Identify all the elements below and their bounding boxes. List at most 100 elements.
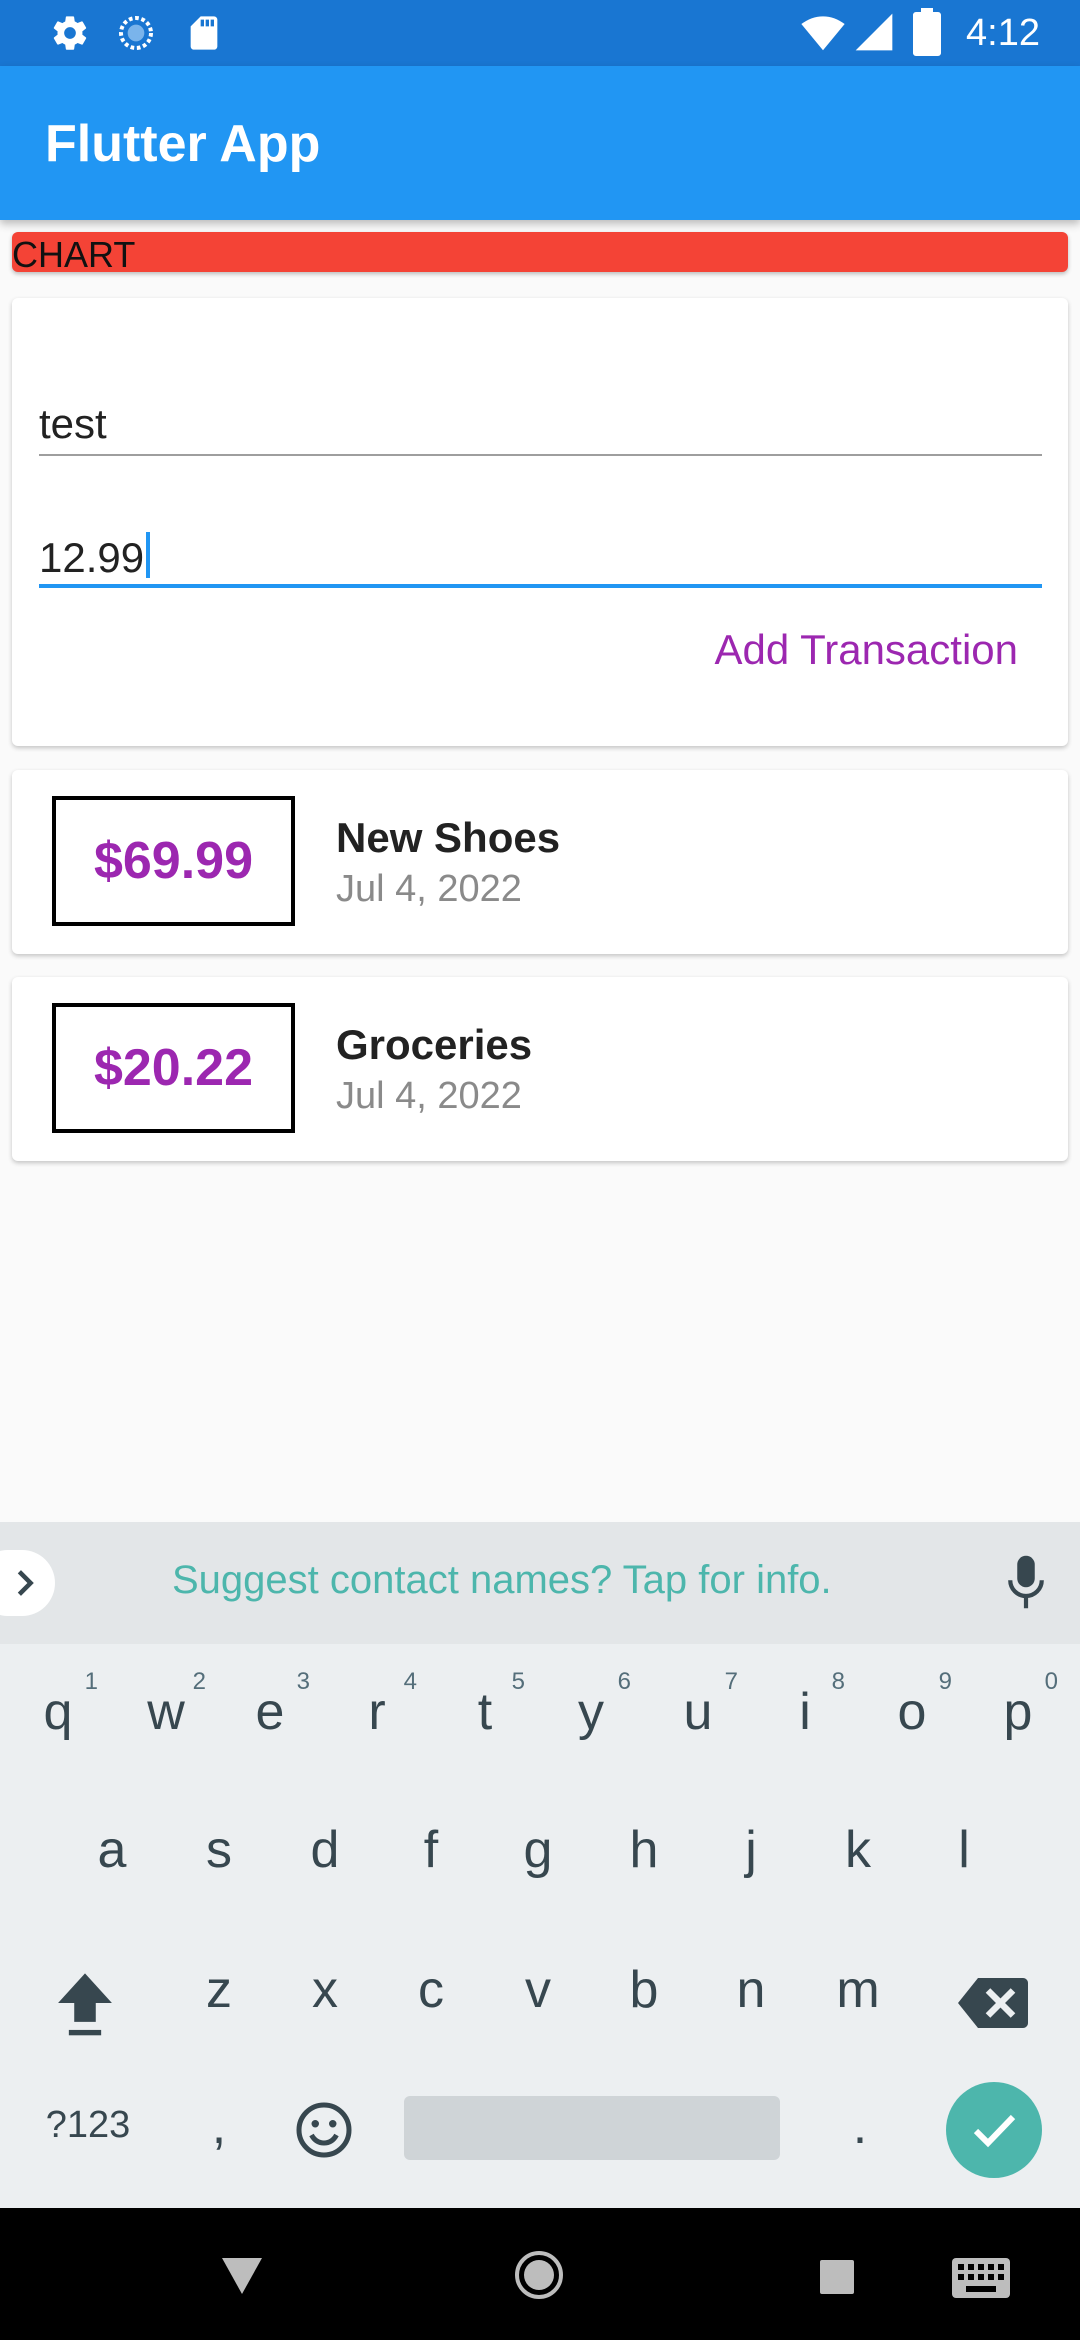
transaction-title: Groceries [336,1021,533,1068]
amount-input-underline [39,584,1042,588]
title-input-underline [39,454,1042,456]
amount-input-text: 12.99 [39,534,145,581]
suggestion-strip: Suggest contact names? Tap for info. [0,1522,1080,1644]
key-r[interactable]: r4 [329,1668,425,1742]
symbols-key[interactable]: ?123 [28,2104,148,2147]
key-e[interactable]: e3 [222,1668,318,1742]
key-char: t [477,1683,493,1741]
key-hint: 0 [1044,1668,1058,1695]
shift-arrow-icon [58,1973,112,2036]
microphone-icon[interactable] [1005,1554,1047,1610]
key-char: i [799,1683,811,1741]
key-t[interactable]: t5 [437,1668,533,1742]
system-navigation-bar [0,2208,1080,2340]
transaction-title: New Shoes [336,814,561,861]
sync-circle-icon [119,16,153,50]
transaction-date: Jul 4, 2022 [336,868,522,910]
key-char: w [147,1683,185,1741]
transaction-date: Jul 4, 2022 [336,1075,522,1117]
text-cursor [146,532,151,578]
soft-keyboard: Suggest contact names? Tap for info. q1 … [0,1522,1080,2208]
key-char: p [1003,1683,1033,1741]
key-char: r [368,1683,386,1741]
transaction-amount: $20.22 [93,1039,254,1097]
key-n[interactable]: n [703,1960,799,2020]
amount-input-value: 12.99 [39,532,151,582]
key-char: o [897,1683,927,1741]
key-z[interactable]: z [171,1960,267,2020]
key-p[interactable]: p0 [970,1668,1066,1742]
key-m[interactable]: m [810,1960,906,2020]
key-x[interactable]: x [277,1960,373,2020]
home-circle-icon[interactable] [512,2248,566,2302]
key-hint: 3 [296,1668,310,1695]
key-j[interactable]: j [703,1820,799,1880]
backspace-key[interactable] [958,1978,1028,2033]
add-transaction-button[interactable]: Add Transaction [714,626,1018,674]
key-d[interactable]: d [277,1820,373,1880]
key-c[interactable]: c [383,1960,479,2020]
key-hint: 4 [403,1668,417,1695]
key-i[interactable]: i8 [757,1668,853,1742]
key-l[interactable]: l [916,1820,1012,1880]
key-y[interactable]: y6 [543,1668,639,1742]
key-char: y [578,1683,604,1741]
period-key[interactable]: . [812,2096,908,2156]
done-button[interactable] [946,2082,1042,2178]
key-char: e [255,1683,285,1741]
wifi-icon [801,16,845,51]
chart-placeholder: CHART [12,232,1068,275]
transaction-amount: $69.99 [93,832,254,890]
app-title: Flutter App [45,115,321,173]
battery-icon [913,8,941,56]
key-hint: 9 [938,1668,952,1695]
transaction-amount-box: $69.99 [52,796,295,926]
title-input[interactable]: test [39,356,1042,456]
key-h[interactable]: h [596,1820,692,1880]
amount-input[interactable]: 12.99 [39,488,1042,588]
keyboard-switch-icon[interactable] [952,2258,1010,2298]
key-a[interactable]: a [64,1820,160,1880]
key-char: q [43,1683,73,1741]
key-hint: 6 [617,1668,631,1695]
emoji-key[interactable] [294,2100,354,2165]
key-k[interactable]: k [810,1820,906,1880]
status-bar: 4:12 [0,0,1080,66]
transaction-amount-box: $20.22 [52,1003,295,1133]
key-hint: 2 [192,1668,206,1695]
key-w[interactable]: w2 [118,1668,214,1742]
sd-card-icon [190,16,218,50]
emoji-smiley-icon [296,2102,352,2158]
spacebar[interactable] [404,2096,780,2160]
shift-key[interactable] [52,1968,118,2043]
cell-signal-icon [855,13,893,51]
backspace-icon [958,1978,1028,2028]
transaction-item: $69.99 New Shoes Jul 4, 2022 [12,770,1068,954]
key-b[interactable]: b [596,1960,692,2020]
key-u[interactable]: u7 [650,1668,746,1742]
key-hint: 1 [84,1668,98,1695]
key-o[interactable]: o9 [864,1668,960,1742]
contact-suggestion-prompt[interactable]: Suggest contact names? Tap for info. [172,1558,832,1603]
expand-toolbar-button[interactable] [0,1550,55,1616]
recents-square-icon[interactable] [820,2260,854,2294]
key-f[interactable]: f [383,1820,479,1880]
settings-gear-icon [53,16,87,50]
transaction-item: $20.22 Groceries Jul 4, 2022 [12,977,1068,1161]
title-input-value: test [39,400,107,447]
app-bar: Flutter App [0,66,1080,220]
status-time: 4:12 [966,12,1040,54]
key-q[interactable]: q1 [10,1668,106,1742]
key-g[interactable]: g [490,1820,586,1880]
key-char: u [683,1683,713,1741]
key-v[interactable]: v [490,1960,586,2020]
chart-label: CHART [12,234,136,275]
key-hint: 7 [724,1668,738,1695]
checkmark-icon [973,2114,1016,2148]
new-transaction-card: test 12.99 Add Transaction [12,298,1068,746]
comma-key[interactable]: , [171,2096,267,2156]
back-triangle-icon[interactable] [222,2258,262,2294]
key-s[interactable]: s [171,1820,267,1880]
chevron-right-icon [17,1570,34,1596]
key-hint: 8 [831,1668,845,1695]
